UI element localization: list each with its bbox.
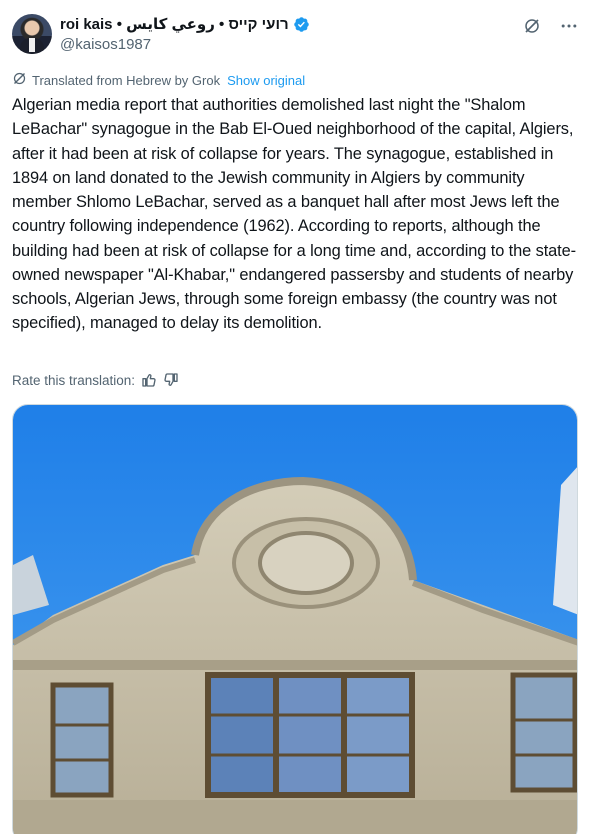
header-actions: [523, 16, 579, 36]
rate-translation-label: Rate this translation:: [12, 372, 136, 388]
facade-band: [13, 660, 577, 670]
author-names: roi kais • רועי קייס • روعي كايس @kaisos…: [60, 15, 310, 55]
author-display-name-row[interactable]: roi kais • רועי קייס • روعي كايس: [60, 15, 310, 34]
tweet-photo[interactable]: [12, 404, 578, 834]
verified-badge-icon[interactable]: [293, 16, 310, 33]
lower-wall: [13, 800, 577, 834]
thumbs-up-icon[interactable]: [141, 372, 157, 388]
avatar[interactable]: [12, 14, 52, 54]
show-original-link[interactable]: Show original: [227, 73, 305, 88]
grok-icon: [12, 71, 27, 89]
round-window: [258, 531, 354, 595]
author-handle[interactable]: @kaisos1987: [60, 35, 310, 55]
grok-icon[interactable]: [523, 17, 541, 35]
translation-label: Translated from Hebrew by Grok: [32, 72, 221, 88]
avatar-shirt: [29, 38, 35, 52]
rate-translation: Rate this translation:: [12, 370, 179, 390]
more-icon[interactable]: [559, 16, 579, 36]
synagogue-photo: [13, 405, 577, 834]
author-display-name[interactable]: roi kais • רועי קייס • روعي كايس: [60, 15, 289, 34]
tweet-header: roi kais • רועי קייס • روعي كايس @kaisos…: [12, 14, 579, 56]
tweet-text: Algerian media report that authorities d…: [12, 96, 577, 333]
translation-notice: Translated from Hebrew by Grok Show orig…: [12, 71, 305, 89]
thumbs-down-icon[interactable]: [163, 372, 179, 388]
